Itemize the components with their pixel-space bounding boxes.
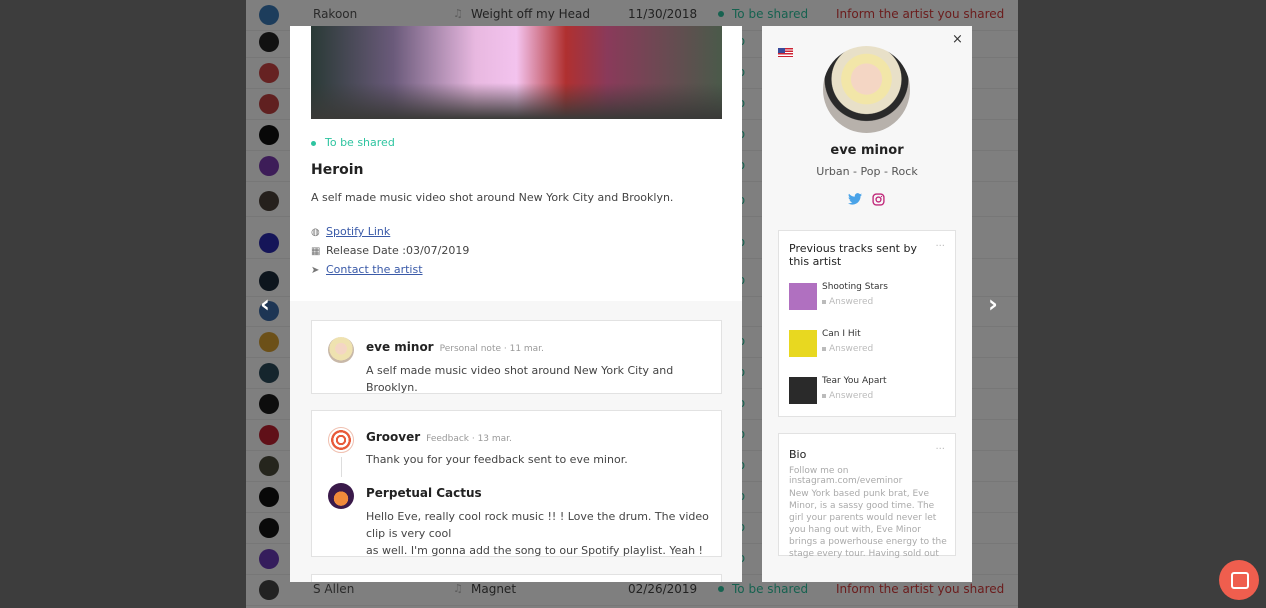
artist-panel: × eve minor Urban - Pop - Rock Previous … — [762, 26, 972, 582]
track-modal: To be shared Heroin A self made music vi… — [290, 26, 742, 582]
paper-plane-icon: ➤ — [311, 265, 320, 276]
prev-arrow-icon[interactable]: ‹ — [260, 290, 270, 318]
status-square-icon — [822, 394, 826, 398]
note-meta: Personal note · 11 mar. — [439, 344, 544, 354]
previous-track-title: Shooting Stars — [822, 282, 888, 292]
avatar — [328, 337, 354, 363]
bio-card: Bio ··· Follow me on instagram.com/evemi… — [778, 433, 956, 559]
status-square-icon — [822, 347, 826, 351]
next-card — [311, 574, 722, 582]
track-thumbnail — [789, 330, 817, 357]
reply-author: Perpetual Cactus — [366, 486, 482, 500]
note-text: A self made music video shot around New … — [366, 364, 674, 394]
track-description: A self made music video shot around New … — [311, 191, 674, 204]
us-flag-icon — [778, 48, 793, 57]
previous-tracks-title: Previous tracks sent by this artist — [789, 242, 917, 268]
instagram-icon[interactable] — [872, 193, 885, 210]
spotify-row: ◍ Spotify Link — [311, 225, 390, 238]
note-author: eve minor Personal note · 11 mar. — [366, 340, 544, 354]
track-status: To be shared — [311, 136, 395, 149]
previous-tracks-card: Previous tracks sent by this artist ··· … — [778, 230, 956, 417]
previous-track-title: Tear You Apart — [822, 376, 887, 386]
artist-name: eve minor — [830, 143, 904, 158]
feedback-meta: Feedback · 13 mar. — [426, 434, 512, 444]
bio-link[interactable]: Follow me on instagram.com/eveminor — [789, 466, 955, 486]
more-icon[interactable]: ··· — [935, 444, 945, 455]
artist-genres: Urban - Pop - Rock — [816, 165, 918, 178]
spotify-link[interactable]: Spotify Link — [326, 225, 390, 238]
feedback-author: Groover Feedback · 13 mar. — [366, 430, 512, 444]
thread-line — [341, 457, 342, 477]
next-arrow-icon[interactable]: › — [988, 290, 998, 318]
video-player[interactable] — [311, 26, 722, 119]
track-thumbnail — [789, 377, 817, 404]
avatar — [328, 483, 354, 509]
contact-artist-link[interactable]: Contact the artist — [326, 263, 423, 276]
chat-button[interactable] — [1219, 560, 1259, 600]
previous-track-title: Can I Hit — [822, 329, 861, 339]
groover-logo-icon — [328, 427, 354, 453]
track-title: Heroin — [311, 162, 364, 178]
status-square-icon — [822, 300, 826, 304]
previous-track-status: Answered — [822, 297, 873, 307]
twitter-icon[interactable] — [848, 193, 862, 209]
track-thumbnail — [789, 283, 817, 310]
artist-avatar — [823, 46, 910, 133]
previous-track-status: Answered — [822, 344, 873, 354]
calendar-icon: ▦ — [311, 246, 321, 257]
track-details: To be shared Heroin A self made music vi… — [290, 26, 742, 301]
bio-title: Bio — [789, 448, 807, 461]
previous-track-status: Answered — [822, 391, 873, 401]
feedback-text: Thank you for your feedback sent to eve … — [366, 453, 628, 466]
status-dot-icon — [311, 140, 316, 146]
bio-text: New York based punk brat, Eve Minor, is … — [789, 489, 947, 559]
reply-text: Hello Eve, really cool rock music !! ! L… — [366, 510, 709, 557]
release-date: Release Date :03/07/2019 — [326, 244, 470, 257]
close-button[interactable]: × — [952, 32, 963, 47]
more-icon[interactable]: ··· — [935, 241, 945, 252]
feedback-card: Groover Feedback · 13 mar. Thank you for … — [311, 410, 722, 557]
contact-row: ➤ Contact the artist — [311, 263, 423, 276]
release-date-row: ▦ Release Date :03/07/2019 — [311, 244, 469, 257]
personal-note-card: eve minor Personal note · 11 mar. A self … — [311, 320, 722, 394]
globe-icon: ◍ — [311, 227, 320, 238]
